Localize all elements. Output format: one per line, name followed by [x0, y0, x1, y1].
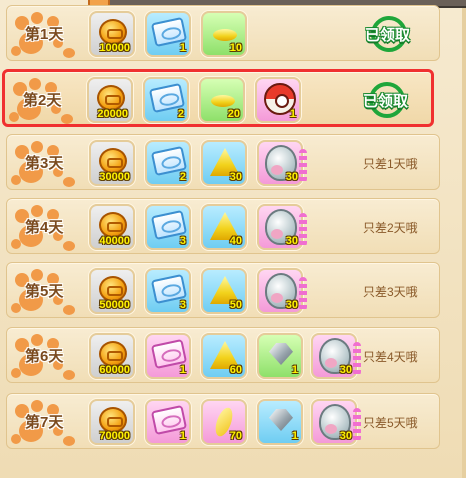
reward-row: 第7天 70000 1 70 1 30 只差5天哦	[6, 393, 440, 449]
reward-row: 第6天 60000 1 60 1 30 只差4天哦	[6, 327, 440, 383]
reward-slot[interactable]: 2	[145, 140, 191, 186]
item-quantity: 3	[179, 299, 186, 311]
chain-decoration-icon	[353, 342, 361, 376]
reward-slot[interactable]: 30	[201, 140, 247, 186]
days-remaining-label: 只差5天哦	[363, 416, 418, 430]
item-quantity: 10	[229, 42, 242, 54]
claimed-label: 已领取	[365, 27, 411, 44]
reward-slot[interactable]: 30	[257, 140, 303, 186]
item-quantity: 30000	[99, 171, 130, 183]
silver-gem-icon	[269, 343, 293, 365]
days-remaining-label: 只差3天哦	[363, 285, 418, 299]
reward-row: 第1天 10000 1 10 已领取	[6, 5, 440, 61]
item-quantity: 40000	[99, 235, 130, 247]
gold-pile-icon	[213, 29, 237, 41]
chain-decoration-icon	[353, 408, 361, 442]
item-quantity: 20	[227, 108, 240, 120]
reward-slot[interactable]: 1	[145, 333, 191, 379]
daily-signin-panel: 第1天 10000 1 10 已领取 第2天 20000 2 20 1 已领取 第3天 30000 2 30…	[0, 0, 466, 478]
reward-slot[interactable]: 20000	[87, 77, 133, 123]
reward-slot[interactable]: 50000	[89, 268, 135, 314]
days-remaining-label: 只差2天哦	[363, 221, 418, 235]
reward-slot[interactable]: 10	[201, 11, 247, 57]
reward-slot[interactable]: 30	[311, 399, 357, 445]
item-quantity: 1	[179, 364, 186, 376]
claimed-stamp: 已领取	[363, 80, 431, 120]
item-quantity: 20000	[97, 108, 128, 120]
chain-decoration-icon	[299, 277, 307, 311]
reward-slot[interactable]: 30000	[89, 140, 135, 186]
reward-slot[interactable]: 40	[201, 204, 247, 250]
reward-slot[interactable]: 1	[145, 11, 191, 57]
item-quantity: 1	[291, 364, 298, 376]
day-label: 第4天	[25, 219, 64, 236]
claimed-label: 已领取	[363, 93, 409, 110]
item-quantity: 40	[229, 235, 242, 247]
gold-pile-icon	[211, 95, 235, 107]
item-quantity: 60	[229, 364, 242, 376]
reward-slot[interactable]: 50	[201, 268, 247, 314]
reward-slot[interactable]: 20	[199, 77, 245, 123]
reward-slot[interactable]: 1	[255, 77, 301, 123]
item-quantity: 30	[339, 364, 352, 376]
item-quantity: 30	[285, 171, 298, 183]
item-quantity: 50	[229, 299, 242, 311]
item-quantity: 30	[285, 299, 298, 311]
item-quantity: 30	[339, 430, 352, 442]
reward-slot[interactable]: 10000	[89, 11, 135, 57]
silver-gem-icon	[269, 409, 293, 431]
reward-slot[interactable]: 60000	[89, 333, 135, 379]
item-quantity: 1	[179, 430, 186, 442]
item-quantity: 3	[179, 235, 186, 247]
day-label: 第6天	[25, 348, 64, 365]
item-quantity: 2	[179, 171, 186, 183]
days-remaining-label: 只差1天哦	[363, 157, 418, 171]
reward-row: 第2天 20000 2 20 1 已领取	[2, 69, 434, 127]
reward-slot[interactable]: 1	[257, 399, 303, 445]
day-label: 第2天	[23, 92, 62, 109]
day-label: 第7天	[25, 414, 64, 431]
reward-slot[interactable]: 1	[145, 399, 191, 445]
reward-slot[interactable]: 30	[257, 204, 303, 250]
reward-slot[interactable]: 30	[257, 268, 303, 314]
claimed-stamp: 已领取	[365, 14, 433, 54]
item-quantity: 50000	[99, 299, 130, 311]
item-quantity: 30	[285, 235, 298, 247]
reward-slot[interactable]: 30	[311, 333, 357, 379]
reward-row: 第3天 30000 2 30 30 只差1天哦	[6, 134, 440, 190]
reward-slot[interactable]: 3	[145, 204, 191, 250]
reward-slot[interactable]: 60	[201, 333, 247, 379]
item-quantity: 1	[291, 430, 298, 442]
days-remaining-label: 只差4天哦	[363, 350, 418, 364]
item-quantity: 2	[177, 108, 184, 120]
day-label: 第5天	[25, 283, 64, 300]
chain-decoration-icon	[299, 149, 307, 183]
item-quantity: 30	[229, 171, 242, 183]
item-quantity: 60000	[99, 364, 130, 376]
reward-row: 第4天 40000 3 40 30 只差2天哦	[6, 198, 440, 254]
reward-slot[interactable]: 1	[257, 333, 303, 379]
item-quantity: 70000	[99, 430, 130, 442]
reward-slot[interactable]: 40000	[89, 204, 135, 250]
reward-slot[interactable]: 3	[145, 268, 191, 314]
day-label: 第3天	[25, 155, 64, 172]
chain-decoration-icon	[299, 213, 307, 247]
reward-slot[interactable]: 2	[143, 77, 189, 123]
item-quantity: 70	[229, 430, 242, 442]
day-label: 第1天	[25, 26, 64, 43]
item-quantity: 1	[179, 42, 186, 54]
reward-slot[interactable]: 70	[201, 399, 247, 445]
reward-row: 第5天 50000 3 50 30 只差3天哦	[6, 262, 440, 318]
item-quantity: 10000	[99, 42, 130, 54]
reward-slot[interactable]: 70000	[89, 399, 135, 445]
item-quantity: 1	[289, 108, 296, 120]
